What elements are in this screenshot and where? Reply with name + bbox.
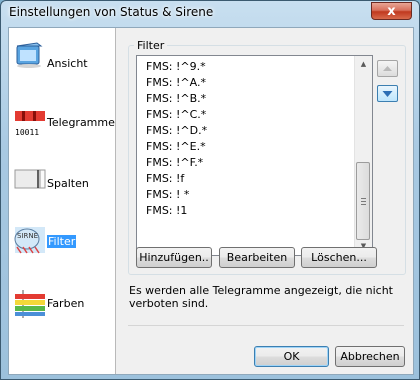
- sidebar-item-label: Spalten: [47, 177, 89, 190]
- settings-dialog: Einstellungen von Status & Sirene x Ansi…: [0, 0, 420, 380]
- cancel-button[interactable]: Abbrechen: [335, 346, 405, 367]
- columns-icon: [14, 169, 46, 189]
- filter-list-scrollbar[interactable]: ▲ ▼: [354, 56, 372, 255]
- list-item[interactable]: FMS: !1: [137, 203, 207, 219]
- delete-filter-button[interactable]: Löschen...: [301, 247, 377, 268]
- sidebar-item-filter[interactable]: SIRNE Filter: [9, 221, 115, 269]
- colors-icon: [15, 290, 45, 318]
- list-item[interactable]: FMS: !^F.*: [137, 155, 207, 171]
- sidebar-item-ansicht[interactable]: Ansicht: [9, 38, 115, 86]
- filter-group-title: Filter: [134, 39, 168, 52]
- scroll-thumb[interactable]: [356, 162, 370, 240]
- move-up-button[interactable]: [377, 60, 398, 77]
- ok-button[interactable]: OK: [254, 346, 329, 367]
- footer-divider: [128, 325, 404, 326]
- close-icon: x: [387, 4, 396, 19]
- filter-list[interactable]: FMS: !^9.* FMS: !^A.* FMS: !^B.* FMS: !^…: [136, 55, 373, 256]
- list-item[interactable]: FMS: !^D.*: [137, 123, 207, 139]
- add-filter-button[interactable]: Hinzufügen..: [136, 247, 212, 268]
- sidebar-item-farben[interactable]: Farben: [9, 282, 115, 330]
- settings-sidebar: Ansicht 10011 Telegramme Spalten SIRNE F…: [9, 28, 116, 374]
- siren-filter-icon: SIRNE: [14, 227, 45, 254]
- arrow-up-icon: [383, 66, 392, 71]
- telegram-icon: 10011: [15, 111, 45, 137]
- move-down-button[interactable]: [377, 85, 398, 102]
- filter-description: Es werden alle Telegramme angezeigt, die…: [129, 284, 393, 310]
- sidebar-item-spalten[interactable]: Spalten: [9, 162, 115, 210]
- window-view-icon: [16, 42, 43, 68]
- list-item[interactable]: FMS: !f: [137, 171, 207, 187]
- list-item[interactable]: FMS: !^B.*: [137, 91, 207, 107]
- svg-text:SIRNE: SIRNE: [17, 232, 38, 240]
- list-item[interactable]: FMS: !^A.*: [137, 75, 207, 91]
- sidebar-item-label: Filter: [47, 235, 77, 248]
- arrow-down-icon: [382, 91, 393, 97]
- list-item[interactable]: FMS: !^9.*: [137, 59, 207, 75]
- sidebar-item-label: Telegramme: [47, 116, 115, 129]
- telegram-icon-digits: 10011: [15, 128, 39, 137]
- sidebar-item-label: Ansicht: [47, 57, 88, 70]
- window-title: Einstellungen von Status & Sirene: [9, 5, 214, 19]
- close-button[interactable]: x: [371, 2, 412, 20]
- edit-filter-button[interactable]: Bearbeiten: [219, 247, 295, 268]
- grip-icon: [361, 198, 366, 207]
- list-item[interactable]: FMS: !^C.*: [137, 107, 207, 123]
- filter-list-items: FMS: !^9.* FMS: !^A.* FMS: !^B.* FMS: !^…: [137, 59, 207, 219]
- scroll-up-icon[interactable]: ▲: [355, 56, 372, 73]
- sidebar-item-telegramme[interactable]: 10011 Telegramme: [9, 102, 115, 150]
- list-item[interactable]: FMS: !^E.*: [137, 139, 207, 155]
- title-bar[interactable]: Einstellungen von Status & Sirene x: [1, 1, 419, 23]
- list-item[interactable]: FMS: ! *: [137, 187, 207, 203]
- sidebar-item-label: Farben: [47, 297, 85, 310]
- dialog-client-area: Ansicht 10011 Telegramme Spalten SIRNE F…: [8, 27, 414, 375]
